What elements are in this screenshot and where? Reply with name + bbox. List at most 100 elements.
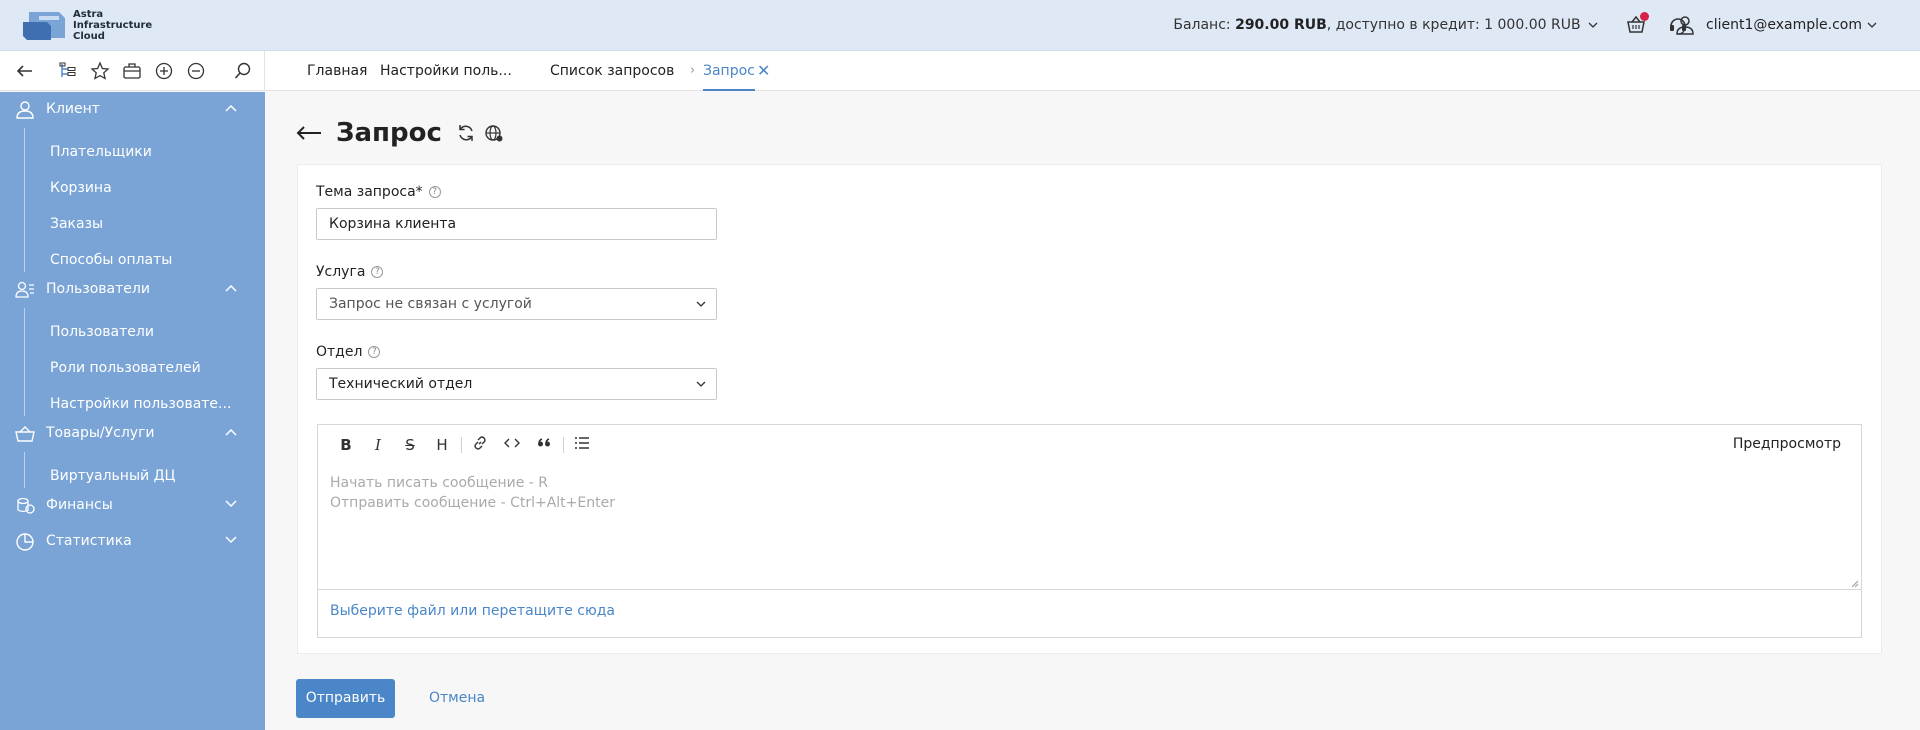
italic-button[interactable]: I [368,435,388,455]
department-label-text: Отдел [316,344,363,360]
sidebar-group-client[interactable]: Клиент [0,92,265,128]
sidebar-item-cart[interactable]: Корзина [50,180,112,196]
cancel-button[interactable]: Отмена [429,679,485,718]
balance-info[interactable]: Баланс: 290.00 RUB, доступно в кредит: 1… [1173,17,1598,33]
department-select[interactable]: Технический отдел [316,368,717,400]
page-header: Запрос [296,118,504,148]
sidebar-item-orders[interactable]: Заказы [50,216,103,232]
service-select[interactable]: Запрос не связан с услугой [316,288,717,320]
list-button[interactable] [572,435,592,455]
chart-pie-icon [16,533,34,551]
chevron-down-icon [696,381,706,387]
sidebar-item-users[interactable]: Пользователи [50,324,154,340]
sidebar-item-payers[interactable]: Плательщики [50,144,152,160]
search-icon[interactable] [233,61,253,81]
active-tab-indicator [703,89,755,91]
chevron-down-icon [1588,22,1598,28]
chevron-down-icon [225,500,237,508]
help-icon[interactable]: ? [371,266,384,278]
sidebar-group-label: Клиент [46,101,100,117]
page-title: Запрос [336,118,442,148]
department-label: Отдел ? [316,344,381,360]
sidebar-group-statistics[interactable]: Статистика [0,524,265,560]
zoom-in-icon[interactable] [154,61,174,81]
bold-button[interactable]: B [336,435,356,455]
balance-value: 290.00 RUB [1235,17,1327,33]
sidebar-group-products[interactable]: Товары/Услуги [0,416,265,452]
zoom-out-icon[interactable] [186,61,206,81]
sidebar-group-label: Пользователи [46,281,150,297]
back-arrow-icon[interactable] [296,125,322,141]
quote-button[interactable] [534,435,554,455]
chevron-right-icon: › [690,63,696,78]
message-textarea[interactable]: Начать писать сообщение - R Отправить со… [318,465,1861,590]
department-select-value: Технический отдел [329,376,473,392]
sidebar-item-user-settings[interactable]: Настройки пользовате... [50,396,231,412]
code-button[interactable] [502,435,522,455]
tab-user-settings[interactable]: Настройки поль... [380,51,512,91]
resize-handle-icon[interactable] [1849,578,1859,588]
user-icon [1676,16,1694,35]
client-icon [16,101,34,119]
preview-button[interactable]: Предпросмотр [1733,436,1841,452]
toolbar-divider [461,437,462,453]
logo-icon [23,12,65,40]
basket-icon [15,426,35,442]
back-icon[interactable] [15,61,35,81]
tab-requests-list[interactable]: Список запросов [550,51,674,91]
star-icon[interactable] [90,61,110,81]
strikethrough-button[interactable]: S [400,435,420,455]
sidebar-group-finance[interactable]: Финансы [0,488,265,524]
nav-tree-line [24,308,25,416]
coins-icon [17,497,35,514]
link-icon [474,436,486,450]
sidebar-item-virtual-dc[interactable]: Виртуальный ДЦ [50,468,175,484]
globe-icon[interactable] [484,123,504,143]
link-button[interactable] [470,435,490,455]
cart-icon[interactable] [1625,12,1649,36]
file-upload-link[interactable]: Выберите файл или перетащите сюда [330,603,615,619]
tab-home[interactable]: Главная [307,51,367,91]
tab-request[interactable]: Запрос [703,51,755,91]
nav-tree-line [24,452,25,488]
user-menu[interactable]: client1@example.com [1674,14,1887,36]
credit-label: , доступно в кредит: [1326,17,1480,33]
help-icon[interactable]: ? [428,186,441,198]
toolbar-divider [563,437,564,453]
briefcase-icon[interactable] [122,61,142,81]
subject-label: Тема запроса* ? [316,184,441,200]
submit-button[interactable]: Отправить [296,679,395,718]
service-select-value: Запрос не связан с услугой [329,296,532,312]
tree-icon[interactable] [58,61,78,81]
chevron-up-icon [225,104,237,112]
chevron-down-icon [696,301,706,307]
sidebar-group-users[interactable]: Пользователи [0,272,265,308]
heading-button[interactable]: H [432,435,452,455]
subject-label-text: Тема запроса* [316,184,423,200]
close-icon[interactable]: ✕ [757,51,770,91]
placeholder-line: Отправить сообщение - Ctrl+Alt+Enter [330,495,615,511]
sidebar: Клиент Плательщики Корзина Заказы Способ… [0,92,265,730]
chevron-up-icon [225,284,237,292]
sidebar-item-user-roles[interactable]: Роли пользователей [50,360,201,376]
service-label: Услуга ? [316,264,384,280]
logo[interactable]: Astra Infrastructure Cloud [19,8,152,42]
chevron-up-icon [225,428,237,436]
sidebar-item-payment-methods[interactable]: Способы оплаты [50,252,172,268]
chevron-down-icon [1867,22,1877,28]
message-editor: B I S H Предпросмотр Начать писать сообщ… [317,424,1862,638]
credit-value: 1 000.00 RUB [1484,17,1581,33]
chevron-down-icon [225,536,237,544]
help-icon[interactable]: ? [368,346,381,358]
sidebar-group-label: Статистика [46,533,132,549]
toolbar-icons [0,51,265,91]
placeholder-line: Начать писать сообщение - R [330,475,549,491]
quote-icon [538,438,550,447]
refresh-icon[interactable] [456,123,476,143]
user-email: client1@example.com [1706,17,1862,33]
code-icon [504,438,520,448]
top-header: Astra Infrastructure Cloud Баланс: 290.0… [0,0,1920,51]
editor-toolbar: B I S H Предпросмотр [318,425,1861,465]
sidebar-group-label: Финансы [46,497,113,513]
subject-input[interactable]: Корзина клиента [316,208,717,240]
